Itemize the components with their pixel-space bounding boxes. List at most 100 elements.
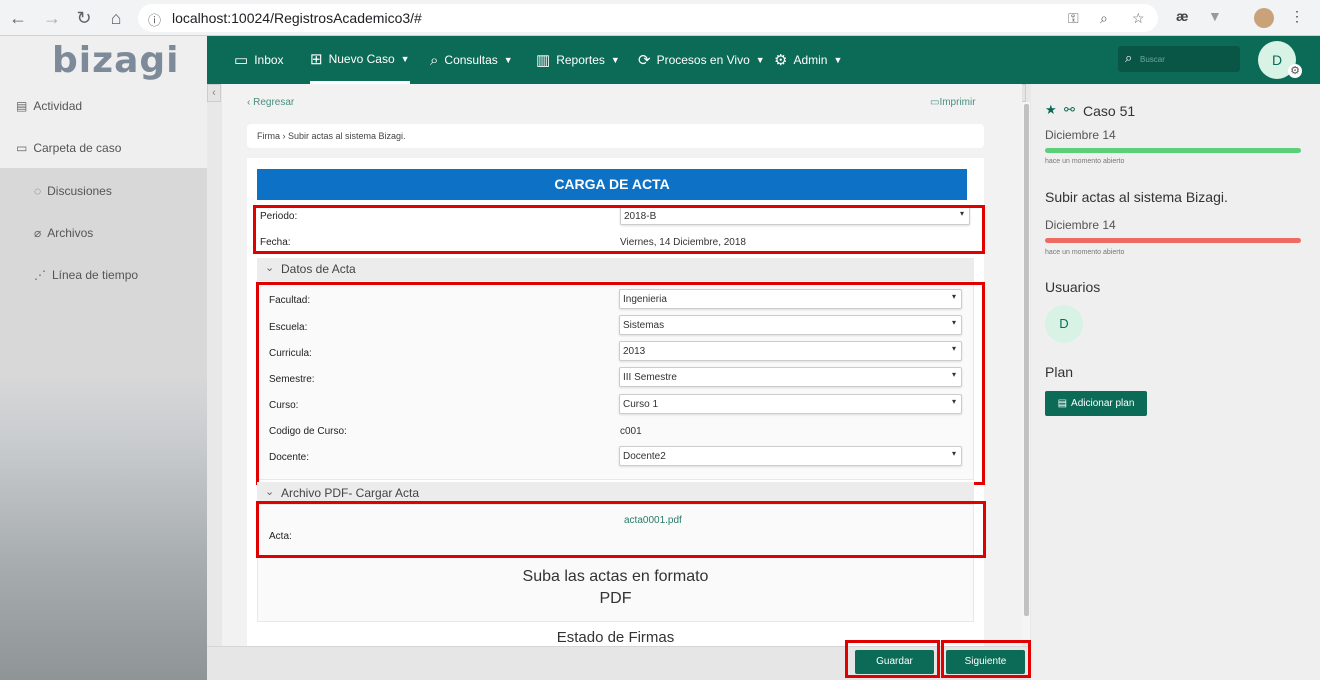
- logo-area: bizagi: [0, 36, 207, 84]
- address-bar[interactable]: ⓘ localhost:10024/RegistrosAcademico3/# …: [138, 4, 1158, 32]
- sidebar-subitems: ◌ Discusiones ⌀ Archivos ⋰ Línea de tiem…: [0, 168, 207, 378]
- sidebar-item-carpeta[interactable]: ▭ Carpeta de caso: [16, 141, 121, 155]
- inbox-icon: ▭: [234, 52, 249, 69]
- sidebar-item-label: Carpeta de caso: [33, 141, 122, 155]
- case-progress-bar: [1045, 148, 1301, 153]
- chevron-down-icon: ▼: [400, 53, 410, 64]
- settings-gear-icon[interactable]: ⚙: [1288, 64, 1302, 78]
- nav-nuevo-caso-label: Nuevo Caso: [328, 51, 395, 66]
- left-sidebar: ▤ Actividad ▭ Carpeta de caso ◌ Discusio…: [0, 84, 207, 680]
- app-header: bizagi ▭ Inbox ⊞ Nuevo Caso ▼ ⌕ Consulta…: [0, 36, 1320, 84]
- star-icon[interactable]: ☆: [1132, 10, 1145, 27]
- plan-title: Plan: [1045, 364, 1074, 380]
- back-arrow-icon[interactable]: ←: [8, 8, 28, 28]
- bizagi-logo[interactable]: bizagi: [52, 40, 179, 81]
- nav-reportes-label: Reportes: [556, 53, 605, 67]
- users-title: Usuarios: [1045, 279, 1101, 295]
- url-text[interactable]: localhost:10024/RegistrosAcademico3/#: [172, 10, 422, 26]
- chevron-down-icon: ▼: [833, 55, 843, 65]
- chevron-down-icon: ▼: [503, 55, 513, 65]
- forward-arrow-icon[interactable]: →: [42, 8, 62, 28]
- highlight-archivo: [256, 501, 986, 558]
- timeline-icon: ⋰: [34, 268, 46, 282]
- document-icon: ▤: [16, 99, 28, 113]
- home-icon[interactable]: ⌂: [106, 8, 126, 28]
- section-datos-title: Datos de Acta: [281, 262, 356, 276]
- sidebar-item-label: Línea de tiempo: [52, 268, 139, 282]
- gear-icon: ⚙: [774, 52, 788, 69]
- add-plan-button[interactable]: ▤ Adicionar plan: [1045, 391, 1147, 416]
- new-case-icon: ⊞: [310, 50, 323, 68]
- pdf-note-line1: Suba las actas en formato: [522, 568, 709, 585]
- search-input[interactable]: [1140, 50, 1235, 68]
- reload-icon[interactable]: ↻: [74, 8, 94, 28]
- search-box[interactable]: ⌕: [1118, 46, 1240, 72]
- paperclip-icon: ⌀: [34, 226, 42, 240]
- print-label: Imprimir: [939, 97, 976, 108]
- nav-nuevo-caso[interactable]: ⊞ Nuevo Caso ▼: [310, 36, 410, 84]
- add-plan-label: Adicionar plan: [1071, 398, 1135, 409]
- pdf-note-line2: PDF: [599, 590, 632, 607]
- case-opened: hace un momento abierto: [1045, 158, 1125, 165]
- zoom-icon[interactable]: ⌕: [1100, 10, 1108, 27]
- task-date: Diciembre 14: [1045, 218, 1116, 232]
- highlight-datos-acta: [256, 282, 985, 485]
- section-archivo-title: Archivo PDF- Cargar Acta: [281, 486, 420, 500]
- live-process-icon: ⟳: [638, 52, 651, 69]
- form-title: CARGA DE ACTA: [257, 169, 967, 200]
- case-date: Diciembre 14: [1045, 128, 1116, 142]
- chevron-down-icon: ⌄: [265, 486, 275, 498]
- search-icon: ⌕: [430, 51, 439, 69]
- sidebar-item-actividad[interactable]: ▤ Actividad: [16, 99, 82, 113]
- nav-reportes[interactable]: ▥ Reportes ▼: [536, 36, 620, 84]
- section-datos-acta[interactable]: ⌄ Datos de Acta: [257, 258, 974, 280]
- task-progress-bar: [1045, 238, 1301, 243]
- document-add-icon: ▤: [1057, 398, 1068, 409]
- process-icon: ⚯: [1064, 102, 1075, 117]
- chevron-down-icon: ▼: [755, 55, 765, 65]
- star-icon[interactable]: ★: [1045, 102, 1057, 118]
- nav-admin-label: Admin: [793, 53, 828, 67]
- nav-inbox[interactable]: ▭ Inbox: [234, 36, 284, 84]
- browser-toolbar: ← → ↻ ⌂ ⓘ localhost:10024/RegistrosAcade…: [0, 0, 1320, 36]
- task-title: Subir actas al sistema Bizagi.: [1045, 189, 1228, 205]
- nav-admin[interactable]: ⚙ Admin ▼: [774, 36, 842, 84]
- info-icon[interactable]: ⓘ: [148, 10, 161, 29]
- chevron-down-icon: ⌄: [265, 262, 275, 274]
- sidebar-item-label: Archivos: [47, 226, 94, 240]
- right-panel: [1031, 84, 1320, 680]
- scrollbar-thumb[interactable]: [1024, 104, 1029, 616]
- profile-avatar[interactable]: [1254, 8, 1274, 28]
- nav-consultas[interactable]: ⌕ Consultas ▼: [430, 36, 513, 84]
- menu-dots-icon[interactable]: ⋮: [1290, 8, 1304, 25]
- case-title: Caso 51: [1083, 103, 1136, 119]
- breadcrumb-text: Firma › Subir actas al sistema Bizagi.: [257, 131, 406, 141]
- chat-icon: ◌: [34, 184, 42, 198]
- nav-inbox-label: Inbox: [254, 53, 284, 67]
- sidebar-item-archivos[interactable]: ⌀ Archivos: [34, 226, 93, 240]
- sidebar-item-label: Discusiones: [47, 184, 112, 198]
- collapse-left-icon[interactable]: ‹: [207, 84, 221, 102]
- user-avatar[interactable]: D: [1045, 305, 1083, 343]
- sidebar-item-label: Actividad: [33, 99, 83, 113]
- print-link[interactable]: ▭Imprimir: [930, 97, 976, 108]
- pdf-note: Suba las actas en formato PDF: [257, 566, 974, 610]
- back-link[interactable]: ‹ Regresar: [247, 97, 294, 108]
- search-icon: ⌕: [1125, 50, 1133, 65]
- chevron-down-icon: ▼: [610, 55, 620, 65]
- highlight-next: [941, 640, 1031, 678]
- nav-procesos-en-vivo[interactable]: ⟳ Procesos en Vivo ▼: [638, 36, 765, 84]
- highlight-periodo: [253, 205, 985, 254]
- nav-consultas-label: Consultas: [444, 53, 498, 67]
- key-icon[interactable]: ⚿: [1068, 10, 1079, 27]
- extension-ae-icon[interactable]: æ: [1176, 8, 1188, 24]
- highlight-save: [845, 640, 940, 678]
- sidebar-item-linea-de-tiempo[interactable]: ⋰ Línea de tiempo: [34, 268, 138, 282]
- nav-procesos-label: Procesos en Vivo: [656, 53, 750, 67]
- extension-v-icon[interactable]: ▼: [1208, 8, 1222, 24]
- chart-icon: ▥: [536, 52, 551, 69]
- folder-icon: ▭: [16, 141, 28, 155]
- task-opened: hace un momento abierto: [1045, 249, 1125, 256]
- sidebar-item-discusiones[interactable]: ◌ Discusiones: [34, 184, 112, 198]
- back-label: Regresar: [253, 97, 295, 108]
